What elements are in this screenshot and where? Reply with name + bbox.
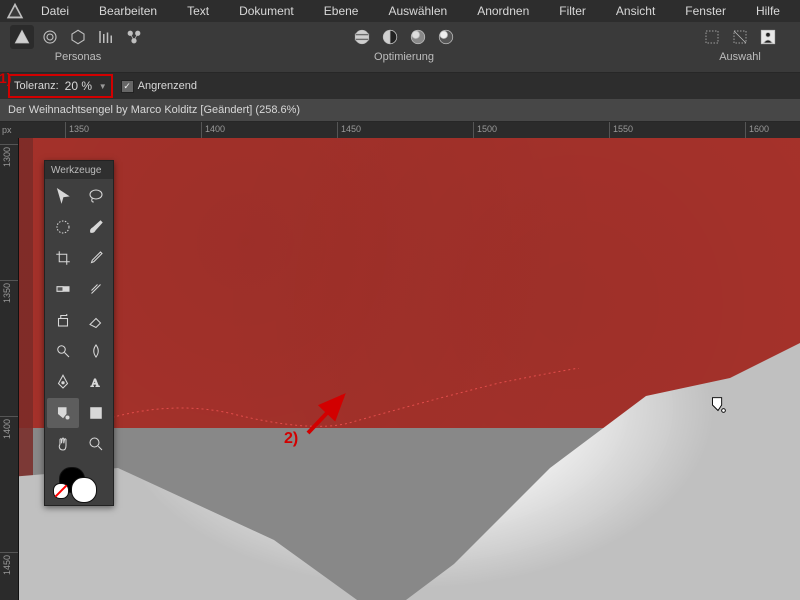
gradient-tool-icon[interactable] [47, 274, 79, 304]
blur-tool-icon[interactable] [80, 336, 112, 366]
lasso-tool-icon[interactable] [80, 181, 112, 211]
selection-new-icon[interactable] [700, 25, 724, 49]
annotation-1: 1) [0, 70, 11, 86]
selection-brush-tool-icon[interactable] [47, 212, 79, 242]
levels-icon[interactable] [350, 25, 374, 49]
checkbox-icon[interactable]: ✓ [121, 80, 134, 93]
color-swatches[interactable] [45, 461, 113, 505]
document-title-bar: Der Weihnachtsengel by Marco Kolditz [Ge… [0, 99, 800, 122]
optimize-group: Optimierung [350, 25, 458, 63]
canvas-background-red [19, 138, 800, 428]
menu-ebene[interactable]: Ebene [309, 0, 374, 22]
tolerance-field[interactable]: Toleranz: 20 %▼ [8, 74, 113, 98]
shape-tool-icon[interactable] [80, 398, 112, 428]
tools-panel-title[interactable]: Werkzeuge [45, 161, 113, 179]
ruler-v-tick: 1350 [0, 280, 18, 281]
options-bar: 1) Toleranz: 20 %▼ ✓ Angrenzend [0, 73, 800, 99]
selection-add-icon[interactable] [728, 25, 752, 49]
text-tool-icon[interactable]: A [80, 367, 112, 397]
paint-brush-tool-icon[interactable] [80, 212, 112, 242]
persona-export-icon[interactable] [122, 25, 146, 49]
eyedropper-tool-icon[interactable] [80, 243, 112, 273]
pen-tool-icon[interactable] [47, 367, 79, 397]
tools-grid: A [45, 179, 113, 461]
persona-develop-icon[interactable] [66, 25, 90, 49]
no-color-swatch[interactable] [53, 483, 69, 499]
ruler-v-tick: 1400 [0, 416, 18, 417]
selection-person-icon[interactable] [756, 25, 780, 49]
workspace: 1300 1350 1400 1450 Werkzeuge [0, 138, 800, 600]
menubar: Datei Bearbeiten Text Dokument Ebene Aus… [0, 0, 800, 22]
tolerance-value[interactable]: 20 %▼ [65, 79, 107, 93]
dodge-tool-icon[interactable] [47, 336, 79, 366]
annotation-2-arrow-icon [303, 388, 353, 441]
chevron-down-icon[interactable]: ▼ [99, 82, 107, 91]
contiguous-checkbox[interactable]: ✓ Angrenzend [121, 80, 197, 93]
ruler-vertical: 1300 1350 1400 1450 [0, 138, 19, 600]
canvas[interactable]: Werkzeuge A [19, 138, 800, 600]
menu-hilfe[interactable]: Hilfe [741, 0, 795, 22]
menu-auswaehlen[interactable]: Auswählen [373, 0, 462, 22]
persona-label: Personas [55, 51, 101, 63]
persona-group: Personas [10, 25, 146, 63]
zoom-tool-icon[interactable] [80, 429, 112, 459]
ruler-v-tick: 1300 [0, 144, 18, 145]
tolerance-label: Toleranz: [14, 80, 59, 92]
selection-group: Auswahl [700, 25, 780, 63]
persona-tone-icon[interactable] [94, 25, 118, 49]
clone-tool-icon[interactable] [47, 305, 79, 335]
menu-text[interactable]: Text [172, 0, 224, 22]
tools-panel[interactable]: Werkzeuge A [44, 160, 114, 506]
eraser-tool-icon[interactable] [80, 305, 112, 335]
app-logo-icon [4, 0, 26, 22]
menu-dokument[interactable]: Dokument [224, 0, 309, 22]
menu-filter[interactable]: Filter [544, 0, 601, 22]
hand-tool-icon[interactable] [47, 429, 79, 459]
menu-bearbeiten[interactable]: Bearbeiten [84, 0, 172, 22]
tone-hard-icon[interactable] [434, 25, 458, 49]
svg-text:A: A [91, 376, 100, 390]
document-title: Der Weihnachtsengel by Marco Kolditz [Ge… [8, 104, 300, 116]
foreground-color-swatch[interactable] [71, 477, 97, 503]
menu-anordnen[interactable]: Anordnen [462, 0, 544, 22]
heal-tool-icon[interactable] [80, 274, 112, 304]
menu-fenster[interactable]: Fenster [670, 0, 741, 22]
ruler-v-tick: 1450 [0, 552, 18, 553]
contiguous-label: Angrenzend [138, 80, 197, 92]
flood-select-tool-icon[interactable] [47, 398, 79, 428]
persona-liquify-icon[interactable] [38, 25, 62, 49]
contrast-icon[interactable] [378, 25, 402, 49]
persona-photo-icon[interactable] [10, 25, 34, 49]
menu-ansicht[interactable]: Ansicht [601, 0, 670, 22]
tone-soft-icon[interactable] [406, 25, 430, 49]
move-tool-icon[interactable] [47, 181, 79, 211]
optimize-label: Optimierung [374, 51, 434, 63]
menu-datei[interactable]: Datei [26, 0, 84, 22]
selection-label: Auswahl [719, 51, 761, 63]
flood-cursor-icon [707, 394, 729, 419]
annotation-2: 2) [284, 430, 298, 448]
top-toolbar: Personas Optimierung Auswahl [0, 22, 800, 73]
ruler-unit: px [2, 125, 12, 135]
crop-tool-icon[interactable] [47, 243, 79, 273]
